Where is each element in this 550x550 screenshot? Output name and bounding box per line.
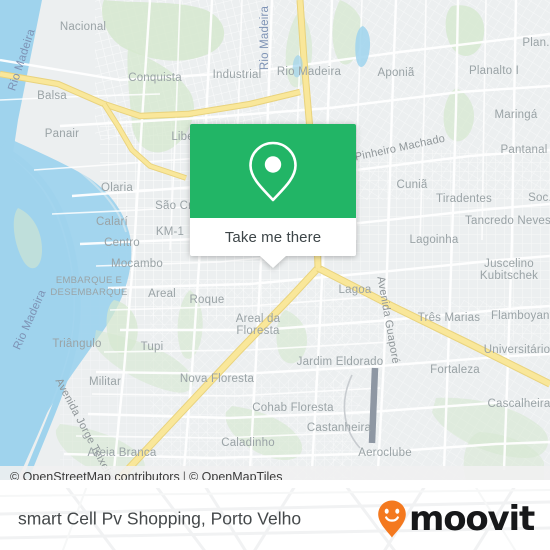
- map-attribution: © OpenStreetMap contributors | © OpenMapTi…: [0, 466, 550, 480]
- map-popup-callout[interactable]: Take me there: [190, 124, 356, 268]
- moovit-map-screenshot: Rio Madeira Rio Madeira Rio Madeira Naciona…: [0, 0, 550, 550]
- moovit-logo[interactable]: moovit: [377, 499, 535, 539]
- page-title: smart Cell Pv Shopping, Porto Velho: [18, 508, 302, 529]
- attribution-osm[interactable]: © OpenStreetMap contributors: [10, 470, 180, 480]
- popup-header: [190, 124, 356, 218]
- attribution-separator: |: [182, 470, 186, 480]
- popup-tail: [260, 256, 286, 268]
- popup-footer[interactable]: Take me there: [190, 218, 356, 256]
- footer-bar: smart Cell Pv Shopping, Porto Velho moov…: [0, 488, 550, 550]
- take-me-there-button[interactable]: Take me there: [225, 229, 321, 246]
- moovit-wordmark: moovit: [408, 499, 535, 539]
- map-canvas[interactable]: Rio Madeira Rio Madeira Rio Madeira Naciona…: [0, 0, 550, 480]
- attribution-tiles[interactable]: © OpenMapTiles: [189, 470, 283, 480]
- moovit-pin-smiley-icon: [378, 500, 406, 538]
- map-pin-icon: [249, 141, 297, 202]
